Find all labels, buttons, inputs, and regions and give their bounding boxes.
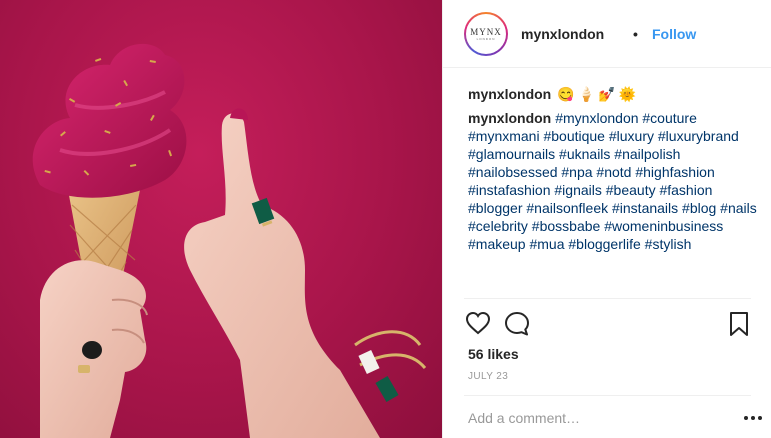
avatar-logo-sub: LONDON xyxy=(476,36,496,41)
sun-emoji: 🌞 xyxy=(618,86,636,102)
caption-hashtags: mynxlondon #mynxlondon #couture #mynxmani… xyxy=(468,109,758,253)
post-date[interactable]: JULY 23 xyxy=(468,371,508,382)
caption-username-link-2[interactable]: mynxlondon xyxy=(468,110,551,126)
follow-button[interactable]: Follow xyxy=(652,26,696,42)
divider-comment xyxy=(464,395,751,396)
post-header: MYNX LONDON mynxlondon • Follow xyxy=(443,0,771,68)
post-image[interactable] xyxy=(0,0,442,438)
avatar[interactable]: MYNX LONDON xyxy=(464,12,508,56)
comment-input[interactable] xyxy=(468,408,698,428)
caption-first-line: mynxlondon 😋 🍦 💅 🌞 xyxy=(468,85,758,103)
header-separator: • xyxy=(633,26,638,42)
post-caption: mynxlondon 😋 🍦 💅 🌞 mynxlondon #mynxlondon… xyxy=(468,85,758,253)
more-options-icon[interactable] xyxy=(741,408,765,428)
ice-cream-emoji: 🍦 xyxy=(577,86,596,102)
action-bar xyxy=(443,307,771,339)
avatar-logo-text: MYNX xyxy=(470,26,502,37)
heart-icon[interactable] xyxy=(465,311,491,335)
caption-username-link[interactable]: mynxlondon xyxy=(468,85,551,103)
comment-bubble-icon[interactable] xyxy=(504,311,530,337)
caption-emojis: 😋 🍦 💅 🌞 xyxy=(557,85,639,103)
post-photo-illustration xyxy=(32,43,427,438)
divider xyxy=(464,298,751,299)
yum-emoji: 😋 xyxy=(557,86,575,102)
avatar-logo: MYNX LONDON xyxy=(466,14,506,54)
header-username-link[interactable]: mynxlondon xyxy=(521,26,604,42)
nail-polish-emoji: 💅 xyxy=(598,86,616,102)
bookmark-icon[interactable] xyxy=(728,311,750,337)
post-side-panel: MYNX LONDON mynxlondon • Follow mynxlond… xyxy=(442,0,771,438)
hashtag-list[interactable]: #mynxlondon #couture #mynxmani #boutique… xyxy=(468,110,757,252)
likes-count[interactable]: 56 likes xyxy=(468,346,519,362)
instagram-post: MYNX LONDON mynxlondon • Follow mynxlond… xyxy=(0,0,771,438)
